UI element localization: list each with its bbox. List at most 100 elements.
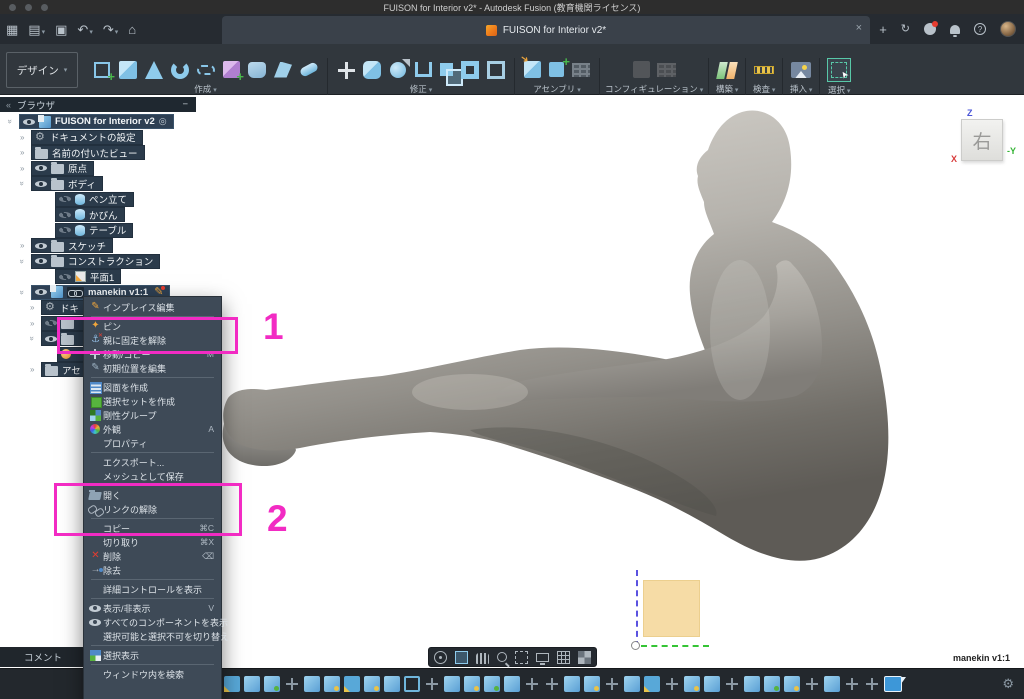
group-label-modify[interactable]: 修正 (410, 83, 432, 95)
visibility-eye-icon[interactable] (59, 194, 71, 204)
tree-item-named-views[interactable]: 名前の付いたビュー ◎ ✎ (0, 145, 196, 161)
new-component-icon[interactable] (524, 61, 541, 78)
isolate-target-icon[interactable]: ◎ (159, 116, 167, 127)
sketch-origin-point[interactable] (631, 641, 640, 650)
move-icon[interactable] (544, 676, 560, 692)
tree-item-sketches[interactable]: スケッチ ◎ ✎ (0, 238, 196, 254)
sketch-icon[interactable] (644, 676, 660, 692)
visibility-eye-icon[interactable] (35, 287, 47, 297)
tree-chevron-icon[interactable] (30, 319, 41, 328)
context-menu-item[interactable] (91, 664, 214, 665)
solid-icon[interactable] (744, 676, 760, 692)
tree-item-vase[interactable]: かびん ◎ ✎ (0, 207, 196, 223)
tree-chevron-icon[interactable] (30, 334, 41, 343)
create-sketch-icon[interactable] (94, 62, 110, 78)
group-label-inspect[interactable]: 検査 (753, 83, 775, 95)
fit-icon[interactable] (515, 651, 528, 664)
group-label-construct[interactable]: 構築 (716, 83, 738, 95)
visibility-eye-icon[interactable] (59, 210, 71, 220)
menu-item-edit-initial-position[interactable]: 初期位置を編集 (84, 361, 221, 375)
tree-root[interactable]: FUISON for Interior v2 ◎ ✎ (0, 114, 196, 130)
sketch-construction-line-vertical[interactable] (636, 570, 638, 647)
menu-item-save-as-mesh[interactable]: メッシュとして保存 (84, 469, 221, 483)
plane-icon[interactable] (404, 676, 420, 692)
op-icon[interactable] (464, 676, 480, 692)
construct-icon[interactable] (717, 61, 737, 79)
menu-item-remove[interactable]: 除去 (84, 563, 221, 577)
pipe-icon[interactable] (299, 61, 319, 77)
job-status-icon[interactable] (924, 23, 936, 35)
menu-item-create-selection-set[interactable]: 選択セットを作成 (84, 394, 221, 408)
menu-item-cut[interactable]: 切り取り ⌘X (84, 535, 221, 549)
tree-item-origin[interactable]: 原点 ◎ ✎ (0, 161, 196, 177)
context-menu-item[interactable] (91, 377, 214, 378)
tree-item-plane1[interactable]: 平面1 ◎ ✎ (0, 269, 196, 285)
visibility-eye-icon[interactable] (23, 117, 35, 127)
move-icon[interactable] (804, 676, 820, 692)
tree-chevron-icon[interactable] (20, 164, 31, 173)
visibility-eye-icon[interactable] (45, 334, 57, 344)
group-label-insert[interactable]: 挿入 (790, 83, 812, 95)
context-menu-item[interactable] (91, 452, 214, 453)
context-menu-item[interactable] (91, 598, 214, 599)
fillet-icon[interactable] (390, 62, 406, 78)
solid-icon[interactable] (824, 676, 840, 692)
sketch-construction-line-horizontal[interactable] (641, 645, 709, 647)
tree-chevron-icon[interactable] (30, 303, 41, 312)
measure-icon[interactable] (754, 66, 774, 74)
op-icon[interactable] (784, 676, 800, 692)
menu-item-properties[interactable]: プロパティ (84, 436, 221, 450)
mesh-add-icon[interactable] (223, 61, 240, 78)
move-icon[interactable] (284, 676, 300, 692)
insert-image-icon[interactable] (791, 62, 811, 78)
file-new-icon[interactable]: ▤▾ (28, 23, 45, 36)
menu-item-delete[interactable]: 削除 ⌫ (84, 549, 221, 563)
view-cube[interactable]: 右 (961, 119, 1003, 161)
grid-icon[interactable] (557, 651, 570, 664)
visibility-eye-icon[interactable] (35, 256, 47, 266)
move-icon[interactable] (664, 676, 680, 692)
tree-chevron-icon[interactable] (20, 148, 31, 157)
app-grid-icon[interactable]: ▦ (6, 23, 18, 36)
tree-chevron-icon[interactable] (30, 365, 41, 374)
collapse-panel-icon[interactable]: « (6, 100, 11, 110)
sketch-icon[interactable] (344, 676, 360, 692)
press-pull-icon[interactable] (363, 61, 381, 79)
document-tab[interactable]: FUISON for Interior v2* × (222, 16, 870, 44)
move-icon[interactable] (604, 676, 620, 692)
context-menu-item[interactable] (91, 645, 214, 646)
cone-icon[interactable] (145, 61, 163, 79)
group-label-create[interactable]: 作成 (194, 83, 216, 95)
move-icon[interactable] (864, 676, 880, 692)
comp-icon[interactable] (264, 676, 280, 692)
op-icon[interactable] (324, 676, 340, 692)
comp-icon[interactable] (764, 676, 780, 692)
visibility-eye-icon[interactable] (35, 179, 47, 189)
move-icon[interactable] (524, 676, 540, 692)
zoom-window-button[interactable] (41, 4, 48, 11)
pan-icon[interactable] (476, 653, 489, 664)
tree-chevron-icon[interactable] (8, 117, 19, 126)
solid-icon[interactable] (504, 676, 520, 692)
solid-icon[interactable] (384, 676, 400, 692)
visibility-eye-icon[interactable] (35, 241, 47, 251)
bom-icon[interactable] (572, 63, 590, 77)
menu-item-show-hide[interactable]: 表示/非表示 V (84, 601, 221, 615)
user-avatar[interactable] (1000, 21, 1016, 37)
tree-item-pen-stand[interactable]: ペン立て ◎ ✎ (0, 192, 196, 208)
timeline-settings-gear-icon[interactable]: ⚙ (1002, 677, 1014, 690)
group-label-configuration[interactable]: コンフィギュレーション (605, 83, 703, 95)
zoom-icon[interactable] (497, 652, 507, 662)
group-label-select[interactable]: 選択 (828, 84, 850, 96)
tree-chevron-icon[interactable] (20, 288, 31, 297)
menu-item-show-all-components[interactable]: すべてのコンポーネントを表示 (84, 615, 221, 629)
menu-item-find-in-window[interactable]: ウィンドウ内を検索 (84, 667, 221, 681)
move-icon[interactable] (424, 676, 440, 692)
tree-item-bodies[interactable]: ボディ ◎ ✎ (0, 176, 196, 192)
workspace-selector[interactable]: デザイン ▾ (6, 52, 78, 88)
menu-item-export[interactable]: エクスポート... (84, 455, 221, 469)
tree-item-table[interactable]: テーブル ◎ ✎ (0, 223, 196, 239)
joint-icon[interactable] (549, 62, 564, 77)
context-menu-item[interactable] (91, 579, 214, 580)
current-icon[interactable] (884, 676, 902, 692)
